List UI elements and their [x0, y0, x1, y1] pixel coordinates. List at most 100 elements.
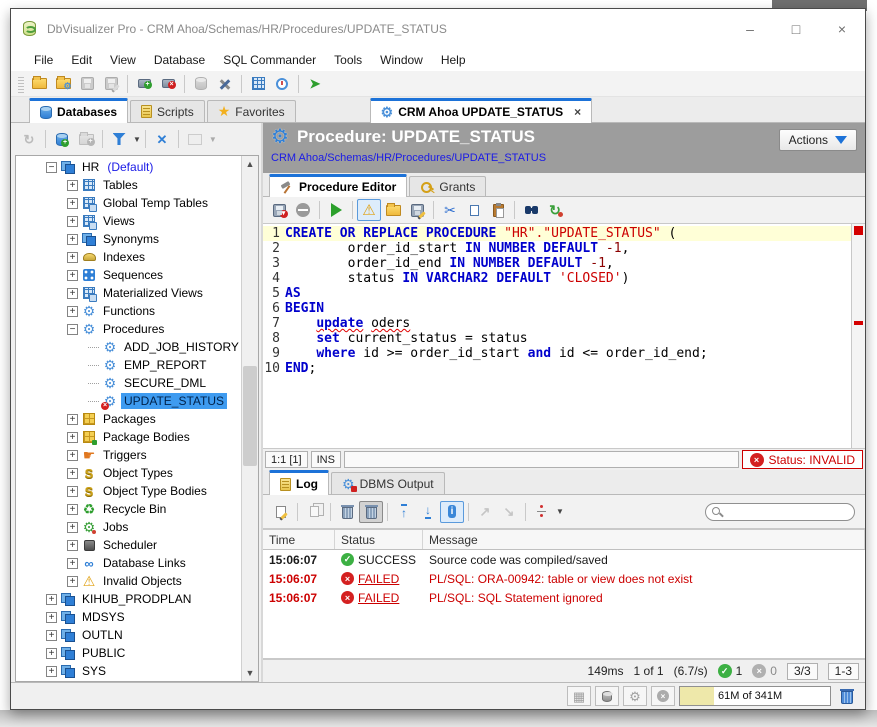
- code-area[interactable]: 1CREATE OR REPLACE PROCEDURE "HR"."UPDAT…: [263, 224, 851, 448]
- tree-item-package-bodies[interactable]: +Package Bodies: [16, 428, 241, 446]
- column-status[interactable]: Status: [335, 530, 423, 549]
- log-status-label[interactable]: FAILED: [358, 591, 399, 605]
- paste-button[interactable]: [486, 199, 510, 221]
- tree-expand-icon[interactable]: +: [67, 198, 78, 209]
- run-gc-button[interactable]: [835, 686, 859, 706]
- tree-item-hr[interactable]: −HR(Default): [16, 158, 241, 176]
- code-line[interactable]: 5AS: [263, 286, 851, 301]
- tab-close-icon[interactable]: ×: [574, 105, 581, 119]
- tree-expand-icon[interactable]: +: [67, 414, 78, 425]
- tab-object-update-status[interactable]: ⚙ CRM Ahoa UPDATE_STATUS ×: [370, 98, 592, 123]
- tool-properties-button[interactable]: [213, 73, 237, 95]
- tree-expand-icon[interactable]: +: [67, 468, 78, 479]
- breadcrumb[interactable]: CRM Ahoa/Schemas/HR/Procedures/UPDATE_ST…: [271, 152, 859, 164]
- execute-button[interactable]: [324, 199, 348, 221]
- error-stripe[interactable]: [851, 224, 865, 448]
- stop-button[interactable]: [291, 199, 315, 221]
- error-marker-line7[interactable]: [854, 321, 863, 325]
- tree-item-mdsys[interactable]: +MDSYS: [16, 608, 241, 626]
- copy-button[interactable]: [462, 199, 486, 221]
- log-table-header[interactable]: Time Status Message: [263, 530, 865, 550]
- tree-item-functions[interactable]: +Functions: [16, 302, 241, 320]
- tab-grants[interactable]: Grants: [409, 176, 486, 196]
- error-marker-top[interactable]: [854, 226, 863, 235]
- log-row[interactable]: 15:06:07×FAILEDPL/SQL: SQL Statement ign…: [263, 588, 865, 607]
- tree-item-update-status[interactable]: UPDATE_STATUS: [16, 392, 241, 410]
- tree-expand-icon[interactable]: +: [46, 594, 57, 605]
- save-as-button[interactable]: [99, 73, 123, 95]
- tab-scripts[interactable]: Scripts: [130, 100, 205, 122]
- tree-expand-icon[interactable]: +: [67, 252, 78, 263]
- tree-expand-icon[interactable]: +: [67, 540, 78, 551]
- tree-item-add-job-history[interactable]: ADD_JOB_HISTORY: [16, 338, 241, 356]
- tree-expand-icon[interactable]: +: [67, 504, 78, 515]
- compare-button[interactable]: ↻: [543, 199, 567, 221]
- tree-expand-icon[interactable]: +: [67, 288, 78, 299]
- scrollbar-thumb[interactable]: [243, 366, 257, 466]
- menu-file[interactable]: File: [25, 49, 62, 71]
- tree-collapse-icon[interactable]: −: [67, 324, 78, 335]
- log-row[interactable]: 15:06:07✓SUCCESSSource code was compiled…: [263, 550, 865, 569]
- tree-item-synonyms[interactable]: +Synonyms: [16, 230, 241, 248]
- tree-item-indexes[interactable]: +Indexes: [16, 248, 241, 266]
- tree-expand-icon[interactable]: +: [67, 576, 78, 587]
- tab-favorites[interactable]: ★ Favorites: [207, 100, 296, 122]
- scheduler-button[interactable]: [270, 73, 294, 95]
- disconnect-button[interactable]: ×: [156, 73, 180, 95]
- copy-log-button[interactable]: [302, 501, 326, 523]
- tree-expand-icon[interactable]: +: [46, 666, 57, 677]
- tree-expand-icon[interactable]: +: [67, 234, 78, 245]
- close-button[interactable]: ×: [819, 9, 865, 49]
- tree-item-views[interactable]: +Views: [16, 212, 241, 230]
- create-folder-button[interactable]: +: [74, 128, 98, 150]
- tree-expand-icon[interactable]: +: [67, 432, 78, 443]
- tree-expand-icon[interactable]: +: [46, 630, 57, 641]
- tree-item-object-type-bodies[interactable]: +Object Type Bodies: [16, 482, 241, 500]
- tab-dbms-output[interactable]: ⚙ DBMS Output: [331, 472, 445, 494]
- expand-all-button[interactable]: ↗: [473, 501, 497, 523]
- export-log-button[interactable]: [269, 501, 293, 523]
- tree-item-outln[interactable]: +OUTLN: [16, 626, 241, 644]
- save-to-file-button[interactable]: [405, 199, 429, 221]
- object-search-button[interactable]: [183, 128, 207, 150]
- tree-expand-icon[interactable]: +: [67, 216, 78, 227]
- tree-item-emp-report[interactable]: EMP_REPORT: [16, 356, 241, 374]
- sql-editor[interactable]: 1CREATE OR REPLACE PROCEDURE "HR"."UPDAT…: [263, 224, 865, 449]
- create-connection-button[interactable]: +: [50, 128, 74, 150]
- menu-sql-commander[interactable]: SQL Commander: [214, 49, 325, 71]
- log-row[interactable]: 15:06:07×FAILEDPL/SQL: ORA-00942: table …: [263, 569, 865, 588]
- database-info-button[interactable]: [189, 73, 213, 95]
- tree-expand-icon[interactable]: +: [67, 450, 78, 461]
- tree-item-sys[interactable]: +SYS: [16, 662, 241, 680]
- filter-caret-icon[interactable]: ▼: [133, 135, 141, 144]
- tab-procedure-editor[interactable]: Procedure Editor: [269, 174, 407, 197]
- memory-usage-indicator[interactable]: 61M of 341M: [679, 686, 831, 706]
- menu-edit[interactable]: Edit: [62, 49, 101, 71]
- run-wizard-button[interactable]: ➤: [303, 73, 327, 95]
- actions-button[interactable]: Actions: [779, 129, 857, 151]
- menu-database[interactable]: Database: [145, 49, 214, 71]
- menu-view[interactable]: View: [101, 49, 145, 71]
- tree-item-kihub-prodplan[interactable]: +KIHUB_PRODPLAN: [16, 590, 241, 608]
- grid-window-button[interactable]: [246, 73, 270, 95]
- code-line[interactable]: 7 update oders: [263, 316, 851, 331]
- code-line[interactable]: 3 order_id_end IN NUMBER DEFAULT -1,: [263, 256, 851, 271]
- tree-item-jobs[interactable]: +Jobs: [16, 518, 241, 536]
- menu-tools[interactable]: Tools: [325, 49, 371, 71]
- column-time[interactable]: Time: [263, 530, 335, 549]
- tree-expand-icon[interactable]: +: [46, 648, 57, 659]
- collapse-all-button[interactable]: ✕: [150, 128, 174, 150]
- row-height-caret-icon[interactable]: ▼: [556, 507, 564, 516]
- tree-item-recycle-bin[interactable]: +Recycle Bin: [16, 500, 241, 518]
- cut-button[interactable]: ✂: [438, 199, 462, 221]
- tree-item-triggers[interactable]: +Triggers: [16, 446, 241, 464]
- scroll-to-bottom-button[interactable]: ↓: [416, 501, 440, 523]
- save-procedure-button[interactable]: ▾: [267, 199, 291, 221]
- tree-expand-icon[interactable]: +: [46, 612, 57, 623]
- tree-expand-icon[interactable]: +: [67, 486, 78, 497]
- code-line[interactable]: 10END;: [263, 361, 851, 376]
- clear-log-button[interactable]: [335, 501, 359, 523]
- show-details-toggle[interactable]: i: [440, 501, 464, 523]
- tree-item-scheduler[interactable]: +Scheduler: [16, 536, 241, 554]
- tree-item-sequences[interactable]: +Sequences: [16, 266, 241, 284]
